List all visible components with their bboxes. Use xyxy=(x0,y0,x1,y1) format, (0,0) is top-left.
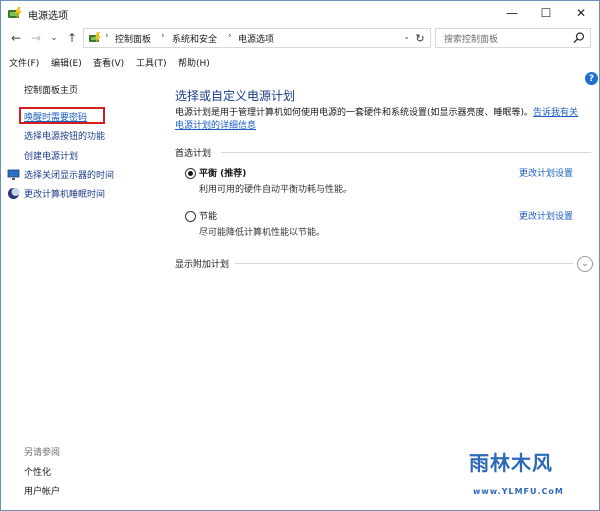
additional-plans-heading[interactable]: 显示附加计划 xyxy=(175,257,229,270)
plan-power-saver-radio[interactable] xyxy=(185,211,196,222)
close-icon: ✕ xyxy=(575,6,587,20)
search-placeholder: 搜索控制面板 xyxy=(444,35,499,45)
watermark-url: www.YLMFU.CoM xyxy=(473,487,564,496)
menu-bar: 文件(F) 编辑(E) 查看(V) 工具(T) 帮助(H) xyxy=(1,54,599,71)
display-icon xyxy=(7,169,20,180)
up-button[interactable]: ↑ xyxy=(63,29,81,47)
search-icon[interactable] xyxy=(572,31,586,45)
menu-edit[interactable]: 编辑(E) xyxy=(51,56,82,69)
watermark-text: 雨林木风 xyxy=(469,451,553,475)
breadcrumb-separator: › xyxy=(228,31,232,41)
sleep-moon-icon xyxy=(8,188,20,199)
menu-tools[interactable]: 工具(T) xyxy=(136,56,167,69)
sidebar-item-display-off[interactable]: 选择关闭显示器的时间 xyxy=(24,168,114,181)
plan-power-saver-change-link[interactable]: 更改计划设置 xyxy=(519,209,573,222)
plan-balanced-change-link[interactable]: 更改计划设置 xyxy=(519,166,573,179)
watermark-logo: 雨林木风 www.YLMFU.CoM xyxy=(467,447,595,503)
sidebar-item-wake-password[interactable]: 唤醒时需要密码 xyxy=(24,110,87,123)
section-divider xyxy=(235,263,573,264)
close-button[interactable]: ✕ xyxy=(564,1,598,25)
back-arrow-icon: ← xyxy=(10,31,22,45)
forward-arrow-icon: → xyxy=(30,31,42,45)
page-description: 电源计划是用于管理计算机如何使用电源的一套硬件和系统设置(如显示器亮度、睡眠等)… xyxy=(175,107,589,133)
see-also-personalization[interactable]: 个性化 xyxy=(24,465,51,478)
plan-power-saver-desc: 尽可能降低计算机性能以节能。 xyxy=(199,228,326,238)
power-plan-info-link-b[interactable]: 电源计划的详细信息 xyxy=(175,121,256,131)
up-arrow-icon: ↑ xyxy=(66,31,78,45)
sidebar-item-power-buttons[interactable]: 选择电源按钮的功能 xyxy=(24,129,105,142)
sidebar-item-sleep-time[interactable]: 更改计算机睡眠时间 xyxy=(24,187,105,200)
title-bar: 电源选项 — ☐ ✕ xyxy=(1,1,599,25)
breadcrumb-separator: › xyxy=(161,31,165,41)
refresh-icon[interactable]: ↻ xyxy=(412,30,428,46)
search-box[interactable]: 搜索控制面板 xyxy=(435,28,591,48)
plan-balanced-radio[interactable] xyxy=(185,168,196,179)
plan-balanced-name[interactable]: 平衡 (推荐) xyxy=(199,166,246,179)
help-icon[interactable]: ? xyxy=(585,72,598,85)
expand-additional-plans-button[interactable]: ⌄ xyxy=(577,256,593,272)
recent-locations-button[interactable]: ⌄ xyxy=(45,29,63,47)
see-also-heading: 另请参阅 xyxy=(24,448,61,458)
minimize-button[interactable]: — xyxy=(495,1,529,25)
forward-button[interactable]: → xyxy=(27,29,45,47)
breadcrumb-power-options[interactable]: 电源选项 xyxy=(238,32,274,45)
breadcrumb-separator: › xyxy=(105,31,109,41)
control-panel-home-link[interactable]: 控制面板主页 xyxy=(24,83,78,96)
minimize-icon: — xyxy=(506,6,518,20)
chevron-down-icon: ⌄ xyxy=(50,33,58,43)
see-also-user-accounts[interactable]: 用户帐户 xyxy=(24,484,60,497)
preferred-plans-heading: 首选计划 xyxy=(175,149,212,159)
page-title: 选择或自定义电源计划 xyxy=(175,89,296,103)
power-options-app-icon xyxy=(8,7,22,19)
navigation-bar: ← → ⌄ ↑ › 控制面板 › 系统和安全 › 电源选项 ⌄ ↻ 搜索控制面板 xyxy=(1,27,599,51)
address-dropdown-icon[interactable]: ⌄ xyxy=(403,32,410,41)
breadcrumb-system-security[interactable]: 系统和安全 xyxy=(172,32,217,45)
breadcrumb-control-panel[interactable]: 控制面板 xyxy=(115,32,151,45)
description-text: 电源计划是用于管理计算机如何使用电源的一套硬件和系统设置(如显示器亮度、睡眠等)… xyxy=(175,108,534,118)
chevron-down-icon: ⌄ xyxy=(581,259,589,269)
menu-view[interactable]: 查看(V) xyxy=(93,56,124,69)
control-panel-icon xyxy=(89,32,101,43)
sidebar-item-create-plan[interactable]: 创建电源计划 xyxy=(24,149,78,162)
address-bar[interactable]: › 控制面板 › 系统和安全 › 电源选项 ⌄ ↻ xyxy=(83,28,431,48)
maximize-icon: ☐ xyxy=(540,6,552,20)
power-options-window: 电源选项 — ☐ ✕ ← → ⌄ ↑ › 控制面板 › 系统和安全 › 电源选项… xyxy=(0,0,600,511)
menu-file[interactable]: 文件(F) xyxy=(9,56,39,69)
maximize-button[interactable]: ☐ xyxy=(529,1,563,25)
plan-power-saver-name[interactable]: 节能 xyxy=(199,209,217,222)
menu-help[interactable]: 帮助(H) xyxy=(178,56,210,69)
back-button[interactable]: ← xyxy=(7,29,25,47)
power-plan-info-link-a[interactable]: 告诉我有关 xyxy=(533,108,578,118)
plan-balanced-desc: 利用可用的硬件自动平衡功耗与性能。 xyxy=(199,185,353,195)
window-title: 电源选项 xyxy=(28,11,68,22)
section-divider xyxy=(221,152,591,153)
